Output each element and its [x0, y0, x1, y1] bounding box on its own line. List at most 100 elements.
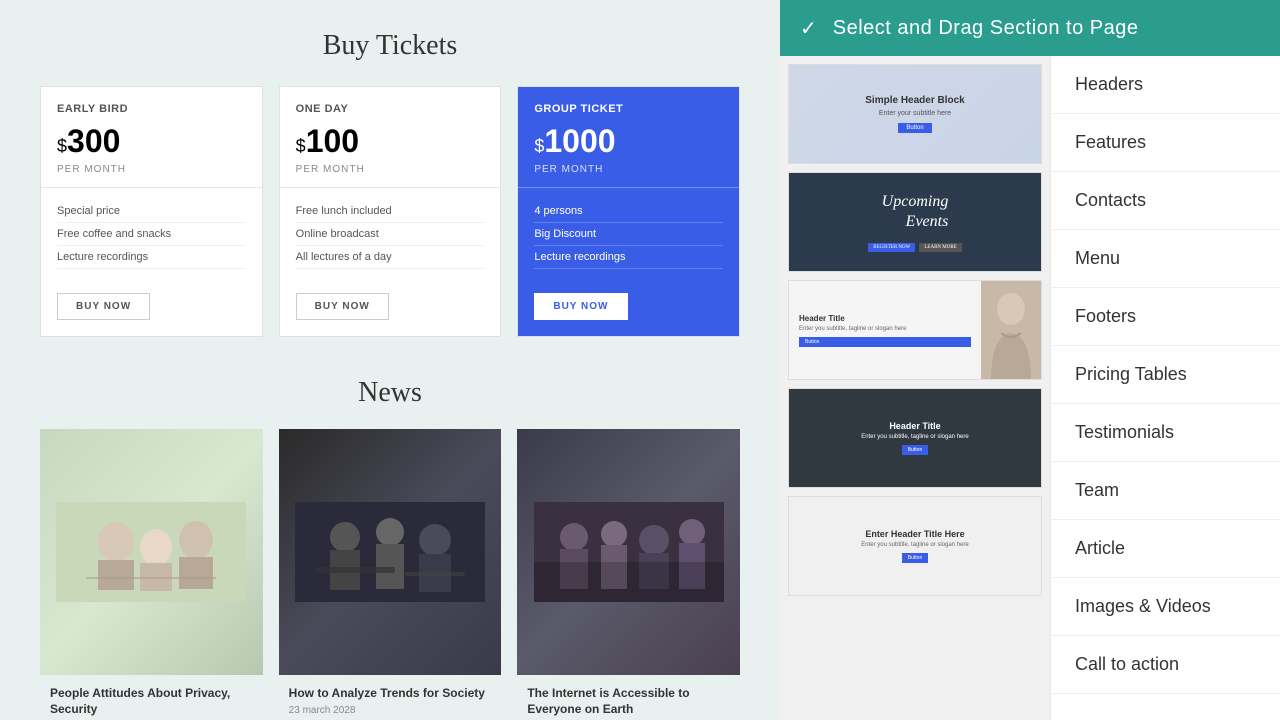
- news-date-2: 23 march 2028: [289, 705, 492, 716]
- thumbnail-header-person[interactable]: Header Title Enter you subtitle, tagline…: [788, 280, 1042, 380]
- pricing-card-early-bird: EARLY BIRD $ 300 PER MONTH Special price…: [40, 86, 263, 337]
- feature-1-2: Free coffee and snacks: [57, 223, 246, 246]
- news-image-2: [279, 429, 502, 675]
- news-image-3: [517, 429, 740, 675]
- thumb5-sub: Enter you subtitle, tagline or slogan he…: [861, 542, 968, 548]
- news-headline-2: How to Analyze Trends for Society: [289, 685, 492, 702]
- buy-now-button-2[interactable]: BUY NOW: [296, 293, 389, 320]
- price-period-2: PER MONTH: [296, 164, 485, 175]
- thumb3-btn: Button: [799, 337, 971, 347]
- card-btn-area-2: BUY NOW: [280, 281, 501, 336]
- thumbnail-simple-header[interactable]: Simple Header Block Enter your subtitle …: [788, 64, 1042, 164]
- price-period-3: PER MONTH: [534, 164, 723, 175]
- feature-3-1: 4 persons: [534, 200, 723, 223]
- thumb5-btn: Button: [902, 553, 928, 563]
- thumb4-btn: Button: [902, 445, 928, 455]
- feature-2-2: Online broadcast: [296, 223, 485, 246]
- feature-3-3: Lecture recordings: [534, 246, 723, 269]
- thumb1-title: Simple Header Block: [865, 95, 964, 106]
- nav-item-pricing-tables[interactable]: Pricing Tables: [1051, 346, 1280, 404]
- nav-item-menu[interactable]: Menu: [1051, 230, 1280, 288]
- news-headline-3: The Internet is Accessible to Everyone o…: [527, 685, 730, 719]
- thumb1-sub: Enter your subtitle here: [879, 110, 951, 117]
- card-btn-area-3: BUY NOW: [518, 281, 739, 336]
- thumbnail-header-light[interactable]: Enter Header Title Here Enter you subtit…: [788, 496, 1042, 596]
- card-features-3: 4 persons Big Discount Lecture recording…: [518, 188, 739, 281]
- thumb2-inner: UpcomingEvents REGISTER NOW LEARN MORE: [789, 173, 1041, 271]
- card-label-group: GROUP TICKET: [534, 103, 723, 115]
- price-amount-3: 1000: [544, 123, 615, 160]
- thumb2-btn2: LEARN MORE: [919, 243, 961, 252]
- price-dollar-1: $: [57, 136, 67, 157]
- check-icon: ✓: [800, 16, 817, 41]
- card-header-one-day: ONE DAY $ 100 PER MONTH: [280, 87, 501, 187]
- thumb3-left: Header Title Enter you subtitle, tagline…: [789, 281, 981, 379]
- thumb5-inner: Enter Header Title Here Enter you subtit…: [789, 497, 1041, 595]
- feature-1-3: Lecture recordings: [57, 246, 246, 269]
- news-card-2: How to Analyze Trends for Society 23 mar…: [279, 429, 502, 675]
- price-amount-1: 300: [67, 123, 120, 160]
- nav-item-article[interactable]: Article: [1051, 520, 1280, 578]
- news-body-1: People Attitudes About Privacy, Security…: [40, 675, 263, 720]
- pricing-cards: EARLY BIRD $ 300 PER MONTH Special price…: [40, 86, 740, 337]
- card-header-early-bird: EARLY BIRD $ 300 PER MONTH: [41, 87, 262, 187]
- price-dollar-3: $: [534, 136, 544, 157]
- card-price-one-day: $ 100: [296, 123, 485, 160]
- news-headline-1: People Attitudes About Privacy, Security: [50, 685, 253, 719]
- thumbnails-area: Simple Header Block Enter your subtitle …: [780, 56, 1050, 720]
- news-body-2: How to Analyze Trends for Society 23 mar…: [279, 675, 502, 720]
- price-period-1: PER MONTH: [57, 164, 246, 175]
- feature-2-1: Free lunch included: [296, 200, 485, 223]
- nav-item-contacts[interactable]: Contacts: [1051, 172, 1280, 230]
- buy-tickets-title: Buy Tickets: [40, 30, 740, 62]
- pricing-card-group: GROUP TICKET $ 1000 PER MONTH 4 persons …: [517, 86, 740, 337]
- nav-item-features[interactable]: Features: [1051, 114, 1280, 172]
- nav-item-team[interactable]: Team: [1051, 462, 1280, 520]
- news-body-3: The Internet is Accessible to Everyone o…: [517, 675, 740, 720]
- price-amount-2: 100: [306, 123, 359, 160]
- thumb4-inner: Header Title Enter you subtitle, tagline…: [789, 389, 1041, 487]
- news-grid: People Attitudes About Privacy, Security…: [40, 429, 740, 675]
- card-features-1: Special price Free coffee and snacks Lec…: [41, 188, 262, 281]
- card-price-group: $ 1000: [534, 123, 723, 160]
- nav-item-footers[interactable]: Footers: [1051, 288, 1280, 346]
- buy-now-button-1[interactable]: BUY NOW: [57, 293, 150, 320]
- news-card-1: People Attitudes About Privacy, Security…: [40, 429, 263, 675]
- card-label-early-bird: EARLY BIRD: [57, 103, 246, 115]
- card-header-group: GROUP TICKET $ 1000 PER MONTH: [518, 87, 739, 187]
- news-card-3: The Internet is Accessible to Everyone o…: [517, 429, 740, 675]
- panel-body: Simple Header Block Enter your subtitle …: [780, 56, 1280, 720]
- card-btn-area-1: BUY NOW: [41, 281, 262, 336]
- nav-item-call-to-action[interactable]: Call to action: [1051, 636, 1280, 694]
- thumb2-btn1: REGISTER NOW: [868, 243, 915, 252]
- thumbnail-upcoming-events[interactable]: UpcomingEvents REGISTER NOW LEARN MORE: [788, 172, 1042, 272]
- price-dollar-2: $: [296, 136, 306, 157]
- feature-1-1: Special price: [57, 200, 246, 223]
- nav-item-images-videos[interactable]: Images & Videos: [1051, 578, 1280, 636]
- nav-item-headers[interactable]: Headers: [1051, 56, 1280, 114]
- thumb4-title: Header Title: [889, 421, 940, 431]
- thumb3-title: Header Title: [799, 314, 971, 323]
- top-bar-title: Select and Drag Section to Page: [833, 17, 1139, 40]
- card-price-early-bird: $ 300: [57, 123, 246, 160]
- right-panel: ✓ Select and Drag Section to Page Simple…: [780, 0, 1280, 720]
- thumb3-right: [981, 281, 1041, 379]
- thumb3-sub: Enter you subtitle, tagline or slogan he…: [799, 326, 971, 332]
- thumb3-inner: Header Title Enter you subtitle, tagline…: [789, 281, 1041, 379]
- nav-item-testimonials[interactable]: Testimonials: [1051, 404, 1280, 462]
- nav-list: Headers Features Contacts Menu Footers P…: [1050, 56, 1280, 720]
- thumb4-sub: Enter you subtitle, tagline or slogan he…: [861, 434, 968, 440]
- thumb1-inner: Simple Header Block Enter your subtitle …: [789, 65, 1041, 163]
- pricing-card-one-day: ONE DAY $ 100 PER MONTH Free lunch inclu…: [279, 86, 502, 337]
- news-image-1: [40, 429, 263, 675]
- top-bar: ✓ Select and Drag Section to Page: [780, 0, 1280, 56]
- thumb2-title: UpcomingEvents: [882, 192, 949, 230]
- thumb5-title: Enter Header Title Here: [865, 529, 964, 539]
- feature-2-3: All lectures of a day: [296, 246, 485, 269]
- feature-3-2: Big Discount: [534, 223, 723, 246]
- card-features-2: Free lunch included Online broadcast All…: [280, 188, 501, 281]
- card-label-one-day: ONE DAY: [296, 103, 485, 115]
- news-title: News: [40, 377, 740, 409]
- thumbnail-header-dark[interactable]: Header Title Enter you subtitle, tagline…: [788, 388, 1042, 488]
- buy-now-button-3[interactable]: BUY NOW: [534, 293, 627, 320]
